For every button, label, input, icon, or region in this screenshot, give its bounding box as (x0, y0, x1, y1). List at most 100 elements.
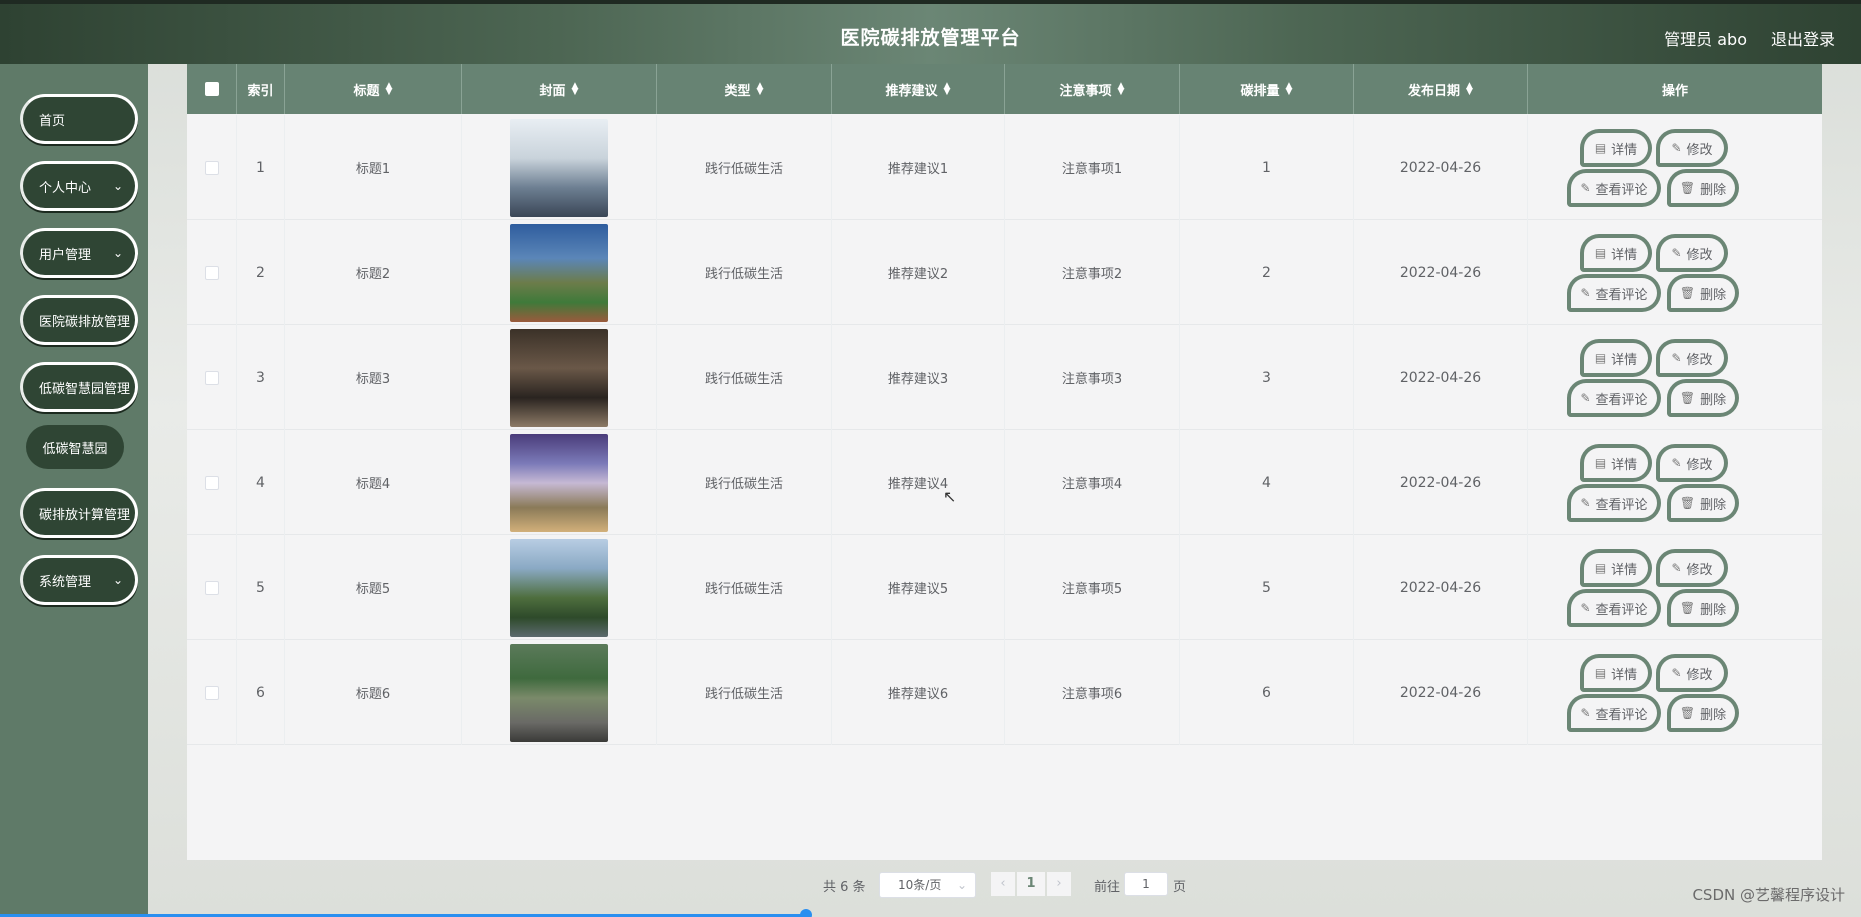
chevron-down-icon: ⌄ (112, 179, 123, 193)
detail-button[interactable]: ▤ 详情 (1580, 129, 1652, 167)
sort-icon[interactable]: ▲ ▼ (944, 82, 951, 97)
row-select-cell (187, 220, 237, 325)
sort-icon[interactable]: ▲ ▼ (757, 82, 764, 97)
trash-icon: 🗑 (1679, 391, 1696, 405)
cell-index: 3 (237, 325, 285, 430)
cell-type: 践行低碳生活 (657, 220, 832, 325)
cell-index: 6 (237, 640, 285, 745)
edit-icon: ✎ (1671, 561, 1682, 575)
cell-notes: 注意事项5 (1005, 535, 1180, 640)
app-header: 医院碳排放管理平台 管理员 abo 退出登录 (0, 4, 1861, 64)
delete-button[interactable]: 🗑 删除 (1667, 169, 1739, 207)
row-checkbox[interactable] (204, 370, 219, 385)
detail-button[interactable]: ▤ 详情 (1580, 444, 1652, 482)
row-checkbox[interactable] (204, 160, 219, 175)
edit-icon: ✎ (1671, 666, 1682, 680)
cell-date: 2022-04-26 (1354, 325, 1528, 430)
column-header-type[interactable]: 类型 ▲ ▼ (657, 64, 832, 114)
page-size-select[interactable]: 10条/页 ⌄ (879, 872, 976, 898)
cover-image (510, 538, 608, 637)
column-header-date[interactable]: 发布日期 ▲ ▼ (1354, 64, 1528, 114)
view-comments-button[interactable]: ✎ 查看评论 (1567, 484, 1661, 522)
detail-button[interactable]: ▤ 详情 (1580, 339, 1652, 377)
cell-actions: ▤ 详情 ✎ 修改 ✎ 查看评论 🗑 删除 (1528, 325, 1822, 430)
row-select-cell (187, 115, 237, 220)
delete-button[interactable]: 🗑 删除 (1667, 589, 1739, 627)
detail-button[interactable]: ▤ 详情 (1580, 234, 1652, 272)
document-icon: ▤ (1594, 351, 1607, 365)
chevron-down-icon: ⌄ (112, 246, 123, 260)
edit-icon: ✎ (1671, 246, 1682, 260)
sort-icon[interactable]: ▲ ▼ (1466, 82, 1473, 97)
column-header-carbon[interactable]: 碳排量 ▲ ▼ (1180, 64, 1354, 114)
sidebar-subitem-low-carbon-park[interactable]: 低碳智慧园 (26, 425, 124, 469)
cell-notes: 注意事项3 (1005, 325, 1180, 430)
detail-button[interactable]: ▤ 详情 (1580, 549, 1652, 587)
delete-button[interactable]: 🗑 删除 (1667, 379, 1739, 417)
sidebar-item-label: 低碳智慧园管理 (39, 381, 131, 397)
edit-icon: ✎ (1580, 496, 1591, 510)
row-checkbox[interactable] (204, 580, 219, 595)
row-checkbox[interactable] (204, 475, 219, 490)
edit-button[interactable]: ✎ 修改 (1656, 129, 1728, 167)
sidebar-item-low-carbon-park-management[interactable]: 低碳智慧园管理 (20, 362, 138, 412)
column-header-actions: 操作 (1661, 83, 1688, 99)
cell-title: 标题2 (285, 220, 462, 325)
edit-button[interactable]: ✎ 修改 (1656, 234, 1728, 272)
edit-button[interactable]: ✎ 修改 (1656, 444, 1728, 482)
sort-icon[interactable]: ▲ ▼ (1118, 82, 1125, 97)
select-all-checkbox[interactable] (204, 82, 219, 96)
sidebar-item-home[interactable]: 首页 (20, 94, 138, 144)
sort-icon[interactable]: ▲ ▼ (572, 82, 579, 97)
sidebar: 首页 个人中心 ⌄ 用户管理 ⌄ 医院碳排放管理 低碳智慧园管理 低碳智慧园 碳… (0, 64, 148, 917)
cell-actions: ▤ 详情 ✎ 修改 ✎ 查看评论 🗑 删除 (1528, 220, 1822, 325)
cell-title: 标题5 (285, 535, 462, 640)
cell-actions: ▤ 详情 ✎ 修改 ✎ 查看评论 🗑 删除 (1528, 535, 1822, 640)
detail-button[interactable]: ▤ 详情 (1580, 654, 1652, 692)
view-comments-button[interactable]: ✎ 查看评论 (1567, 274, 1661, 312)
view-comments-button[interactable]: ✎ 查看评论 (1567, 589, 1661, 627)
cover-image (510, 118, 608, 217)
column-header-cover[interactable]: 封面 ▲ ▼ (462, 64, 657, 114)
sidebar-item-system-management[interactable]: 系统管理 ⌄ (20, 555, 138, 605)
delete-button[interactable]: 🗑 删除 (1667, 274, 1739, 312)
sidebar-item-hospital-carbon[interactable]: 医院碳排放管理 (20, 295, 138, 345)
sort-icon[interactable]: ▲ ▼ (386, 82, 393, 97)
sidebar-item-user-management[interactable]: 用户管理 ⌄ (20, 228, 138, 278)
cell-carbon: 2 (1180, 220, 1354, 325)
logout-button[interactable]: 退出登录 (1771, 26, 1835, 50)
row-checkbox[interactable] (204, 265, 219, 280)
goto-page-input[interactable]: 1 (1124, 872, 1168, 896)
edit-button[interactable]: ✎ 修改 (1656, 549, 1728, 587)
progress-handle[interactable] (800, 909, 812, 917)
document-icon: ▤ (1594, 666, 1607, 680)
sidebar-item-personal-center[interactable]: 个人中心 ⌄ (20, 161, 138, 211)
row-checkbox[interactable] (204, 685, 219, 700)
trash-icon: 🗑 (1679, 286, 1696, 300)
page-number-current[interactable]: 1 (1017, 872, 1045, 896)
cell-title: 标题3 (285, 325, 462, 430)
row-select-cell (187, 640, 237, 745)
cell-index: 5 (237, 535, 285, 640)
column-header-notes[interactable]: 注意事项 ▲ ▼ (1005, 64, 1180, 114)
view-comments-button[interactable]: ✎ 查看评论 (1567, 169, 1661, 207)
prev-page-button[interactable]: ‹ (991, 872, 1015, 896)
document-icon: ▤ (1594, 456, 1607, 470)
edit-button[interactable]: ✎ 修改 (1656, 339, 1728, 377)
cell-cover (462, 325, 657, 430)
table-row: 2 标题2 践行低碳生活 推荐建议2 注意事项2 2 2022-04-26 ▤ … (187, 220, 1822, 325)
table-row: 5 标题5 践行低碳生活 推荐建议5 注意事项5 5 2022-04-26 ▤ … (187, 535, 1822, 640)
view-comments-button[interactable]: ✎ 查看评论 (1567, 379, 1661, 417)
column-header-title[interactable]: 标题 ▲ ▼ (285, 64, 462, 114)
column-header-advice[interactable]: 推荐建议 ▲ ▼ (832, 64, 1005, 114)
cell-notes: 注意事项1 (1005, 115, 1180, 220)
next-page-button[interactable]: › (1047, 872, 1071, 896)
cell-actions: ▤ 详情 ✎ 修改 ✎ 查看评论 🗑 删除 (1528, 640, 1822, 745)
edit-button[interactable]: ✎ 修改 (1656, 654, 1728, 692)
cell-actions: ▤ 详情 ✎ 修改 ✎ 查看评论 🗑 删除 (1528, 115, 1822, 220)
sidebar-item-carbon-calculation[interactable]: 碳排放计算管理 (20, 488, 138, 538)
view-comments-button[interactable]: ✎ 查看评论 (1567, 694, 1661, 732)
delete-button[interactable]: 🗑 删除 (1667, 694, 1739, 732)
delete-button[interactable]: 🗑 删除 (1667, 484, 1739, 522)
sort-icon[interactable]: ▲ ▼ (1286, 82, 1293, 97)
